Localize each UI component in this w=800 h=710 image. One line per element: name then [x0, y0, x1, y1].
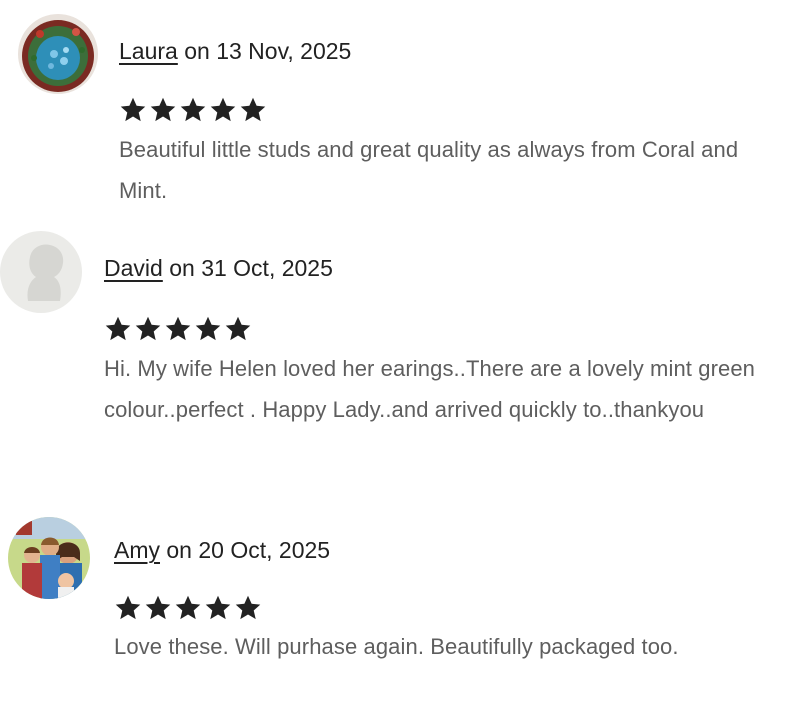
star-filled-icon — [234, 594, 262, 622]
review-item: Laura on 13 Nov, 2025 Beautiful little s… — [0, 0, 800, 215]
review-date: 20 Oct, 2025 — [198, 537, 331, 563]
star-filled-icon — [174, 594, 202, 622]
star-rating — [119, 96, 267, 124]
star-filled-icon — [179, 96, 207, 124]
star-rating — [114, 594, 262, 622]
review-item: David on 31 Oct, 2025 Hi. My wife Helen … — [0, 215, 800, 505]
review-header: David on 31 Oct, 2025 — [104, 255, 333, 282]
star-filled-icon — [194, 315, 222, 343]
star-filled-icon — [239, 96, 267, 124]
review-item: Amy on 20 Oct, 2025 Love these. Will pur… — [0, 505, 800, 710]
star-filled-icon — [224, 315, 252, 343]
review-header: Laura on 13 Nov, 2025 — [119, 38, 351, 65]
star-filled-icon — [204, 594, 232, 622]
star-filled-icon — [149, 96, 177, 124]
date-prefix: on — [166, 537, 192, 563]
date-prefix: on — [169, 255, 195, 281]
star-filled-icon — [114, 594, 142, 622]
star-filled-icon — [119, 96, 147, 124]
reviewer-name[interactable]: Amy — [114, 537, 160, 563]
reviewer-name[interactable]: Laura — [119, 38, 178, 64]
star-rating — [104, 315, 252, 343]
star-filled-icon — [164, 315, 192, 343]
reviewer-name[interactable]: David — [104, 255, 163, 281]
star-filled-icon — [104, 315, 132, 343]
star-filled-icon — [134, 315, 162, 343]
review-text: Love these. Will purhase again. Beautifu… — [114, 634, 679, 659]
review-text: Beautiful little studs and great quality… — [119, 137, 739, 203]
date-prefix: on — [184, 38, 210, 64]
review-text: Hi. My wife Helen loved her earings..The… — [104, 356, 756, 422]
avatar[interactable] — [8, 517, 90, 599]
review-header: Amy on 20 Oct, 2025 — [114, 537, 330, 564]
star-filled-icon — [144, 594, 172, 622]
avatar[interactable] — [0, 231, 82, 313]
star-filled-icon — [209, 96, 237, 124]
avatar[interactable] — [18, 14, 98, 94]
review-date: 31 Oct, 2025 — [201, 255, 333, 281]
review-date: 13 Nov, 2025 — [216, 38, 352, 64]
